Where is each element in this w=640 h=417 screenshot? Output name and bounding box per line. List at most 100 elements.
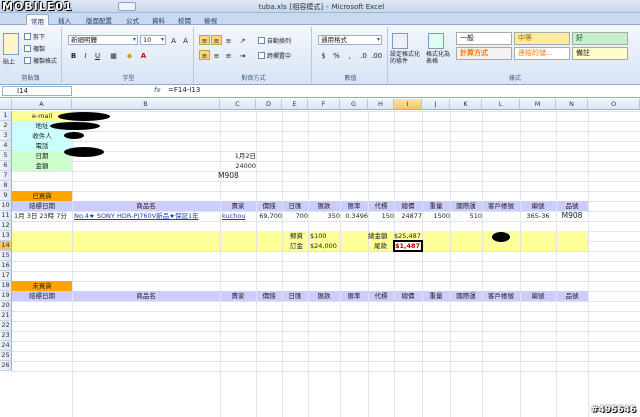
format-painter-button[interactable]: 複製格式 <box>24 56 57 65</box>
align-left-icon[interactable]: ≡ <box>199 50 210 60</box>
row-header[interactable]: 26 <box>0 361 12 371</box>
cut-button[interactable]: 剪下 <box>24 32 45 41</box>
col-header-f[interactable]: F <box>308 99 340 110</box>
row-header[interactable]: 7 <box>0 171 12 181</box>
percent-icon[interactable]: % <box>331 50 342 60</box>
format-table-icon[interactable] <box>428 33 444 49</box>
col-header-n[interactable]: N <box>556 99 588 110</box>
tab-formulas[interactable]: 公式 <box>122 14 143 25</box>
tab-page-layout[interactable]: 版面配置 <box>82 14 116 25</box>
header-number: 編號 <box>531 202 545 210</box>
tab-home[interactable]: 常用 <box>26 14 49 26</box>
tab-data[interactable]: 資料 <box>148 14 169 25</box>
conditional-format-icon[interactable] <box>392 33 408 49</box>
style-neutral[interactable]: 中等 <box>514 32 570 45</box>
font-color-icon[interactable]: A <box>138 50 149 60</box>
underline-icon[interactable]: U <box>92 50 103 60</box>
decrease-decimal-icon[interactable]: .00 <box>370 50 382 60</box>
header2-number: 編號 <box>531 292 545 300</box>
row-header[interactable]: 19 <box>0 291 12 301</box>
conditional-format-button[interactable]: 設定格式化的條件 <box>390 51 424 65</box>
align-right-icon[interactable]: ≡ <box>223 50 234 60</box>
row-header[interactable]: 25 <box>0 351 12 361</box>
row-header[interactable]: 21 <box>0 311 12 321</box>
fx-icon[interactable]: fx <box>154 86 161 94</box>
format-table-button[interactable]: 格式化為表格 <box>426 51 452 65</box>
style-good[interactable]: 好 <box>572 32 628 45</box>
row-header[interactable]: 13 <box>0 231 12 241</box>
number-format-combo[interactable]: 通用格式 <box>318 35 382 45</box>
row-header[interactable]: 2 <box>0 121 12 131</box>
align-top-icon[interactable]: ≡ <box>199 35 210 45</box>
gridline <box>12 281 640 282</box>
style-calculation[interactable]: 計算方式 <box>456 47 512 60</box>
name-box[interactable]: I14 <box>2 86 72 96</box>
row11-seller-link[interactable]: kuchou <box>222 211 245 221</box>
align-bottom-icon[interactable]: ≡ <box>223 35 234 45</box>
col-header-g[interactable]: G <box>340 99 368 110</box>
style-normal[interactable]: 一般 <box>456 32 512 45</box>
row-header[interactable]: 6 <box>0 161 12 171</box>
increase-decimal-icon[interactable]: .0 <box>358 50 369 60</box>
align-middle-icon[interactable]: ≡ <box>211 35 222 45</box>
col-header-c[interactable]: C <box>220 99 256 110</box>
row-header[interactable]: 23 <box>0 331 12 341</box>
col-header-j[interactable]: J <box>422 99 450 110</box>
row-header[interactable]: 18 <box>0 281 12 291</box>
col-header-i[interactable]: I <box>394 99 422 110</box>
col-header-a[interactable]: A <box>12 99 72 110</box>
row-header[interactable]: 10 <box>0 201 12 211</box>
row-header[interactable]: 4 <box>0 141 12 151</box>
row-header[interactable]: 11 <box>0 211 12 221</box>
bold-icon[interactable]: B <box>68 50 79 60</box>
border-icon[interactable]: ▦ <box>108 50 119 60</box>
font-size-combo[interactable]: 10 <box>140 35 166 45</box>
row-header[interactable]: 12 <box>0 221 12 231</box>
row-header[interactable]: 24 <box>0 341 12 351</box>
copy-button[interactable]: 複製 <box>24 44 45 53</box>
row-header[interactable]: 15 <box>0 251 12 261</box>
wrap-text-button[interactable]: 自動換列 <box>258 36 291 45</box>
row11-total: 24877 <box>401 212 422 220</box>
col-header-h[interactable]: H <box>368 99 394 110</box>
row-header[interactable]: 5 <box>0 151 12 161</box>
spreadsheet-grid[interactable]: A B C D E F G H I J K L M N O 1 2 3 4 5 … <box>0 99 640 417</box>
col-header-e[interactable]: E <box>282 99 308 110</box>
row-header[interactable]: 3 <box>0 131 12 141</box>
formula-input[interactable]: =F14-I13 <box>168 86 200 94</box>
tab-view[interactable]: 檢視 <box>200 14 221 25</box>
italic-icon[interactable]: I <box>80 50 91 60</box>
select-all-corner[interactable] <box>0 99 12 110</box>
row-header[interactable]: 14 <box>0 241 12 251</box>
font-name-combo[interactable]: 新細明體 <box>68 35 138 45</box>
col-header-m[interactable]: M <box>520 99 556 110</box>
col-header-b[interactable]: B <box>72 99 220 110</box>
row-header[interactable]: 16 <box>0 261 12 271</box>
paste-button[interactable]: 貼上 <box>3 57 15 66</box>
indent-icon[interactable]: ⇥ <box>237 50 248 60</box>
row11-item-link[interactable]: No.4★ SONY HDR-PJ760V新品★保証1年 <box>74 211 199 221</box>
col-header-k[interactable]: K <box>450 99 482 110</box>
orientation-icon[interactable]: ↗ <box>237 35 248 45</box>
merge-center-button[interactable]: 跨欄置中 <box>258 51 291 60</box>
col-header-d[interactable]: D <box>256 99 282 110</box>
row-header[interactable]: 1 <box>0 111 12 121</box>
row-header[interactable]: 9 <box>0 191 12 201</box>
row-header[interactable]: 8 <box>0 181 12 191</box>
col-header-o[interactable]: O <box>588 99 640 110</box>
row-header[interactable]: 17 <box>0 271 12 281</box>
comma-icon[interactable]: , <box>344 50 355 60</box>
tab-review[interactable]: 校閱 <box>174 14 195 25</box>
fill-color-icon[interactable]: ◆ <box>124 50 135 60</box>
style-note[interactable]: 備註 <box>572 47 628 60</box>
align-center-icon[interactable]: ≡ <box>211 50 222 60</box>
row-header[interactable]: 20 <box>0 301 12 311</box>
shrink-font-icon[interactable]: A <box>180 35 191 45</box>
currency-icon[interactable]: $ <box>318 50 329 60</box>
row-header[interactable]: 22 <box>0 321 12 331</box>
grow-font-icon[interactable]: A <box>168 35 179 45</box>
tab-insert[interactable]: 插入 <box>54 14 75 25</box>
col-header-l[interactable]: L <box>482 99 520 110</box>
paste-icon[interactable] <box>3 33 19 55</box>
style-linked[interactable]: 連結的儲... <box>514 47 570 60</box>
